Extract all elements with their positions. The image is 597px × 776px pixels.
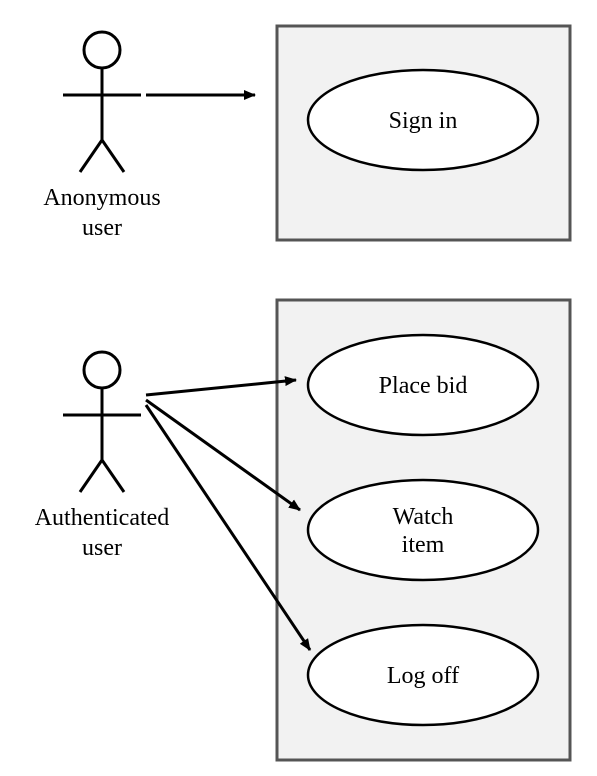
usecase-watchitem: Watch item	[308, 480, 538, 580]
usecase-signin-label: Sign in	[389, 108, 458, 134]
usecase-watchitem-label-2: item	[402, 532, 445, 558]
actor-authenticated-label-1: Authenticated	[35, 505, 170, 531]
actor-anonymous: Anonymous user	[43, 32, 160, 241]
usecase-placebid-label: Place bid	[379, 373, 468, 399]
usecase-logoff-label: Log off	[387, 663, 459, 689]
use-case-diagram: Anonymous user Authenticated user Sign i…	[0, 0, 597, 776]
actor-authenticated-label-2: user	[82, 535, 122, 561]
usecase-logoff: Log off	[308, 625, 538, 725]
usecase-placebid: Place bid	[308, 335, 538, 435]
actor-authenticated: Authenticated user	[35, 352, 170, 561]
actor-anonymous-label-1: Anonymous	[43, 185, 160, 211]
actor-anonymous-label-2: user	[82, 215, 122, 241]
usecase-watchitem-label-1: Watch	[393, 504, 454, 530]
arrow-auth-placebid	[146, 380, 296, 395]
usecase-signin: Sign in	[308, 70, 538, 170]
